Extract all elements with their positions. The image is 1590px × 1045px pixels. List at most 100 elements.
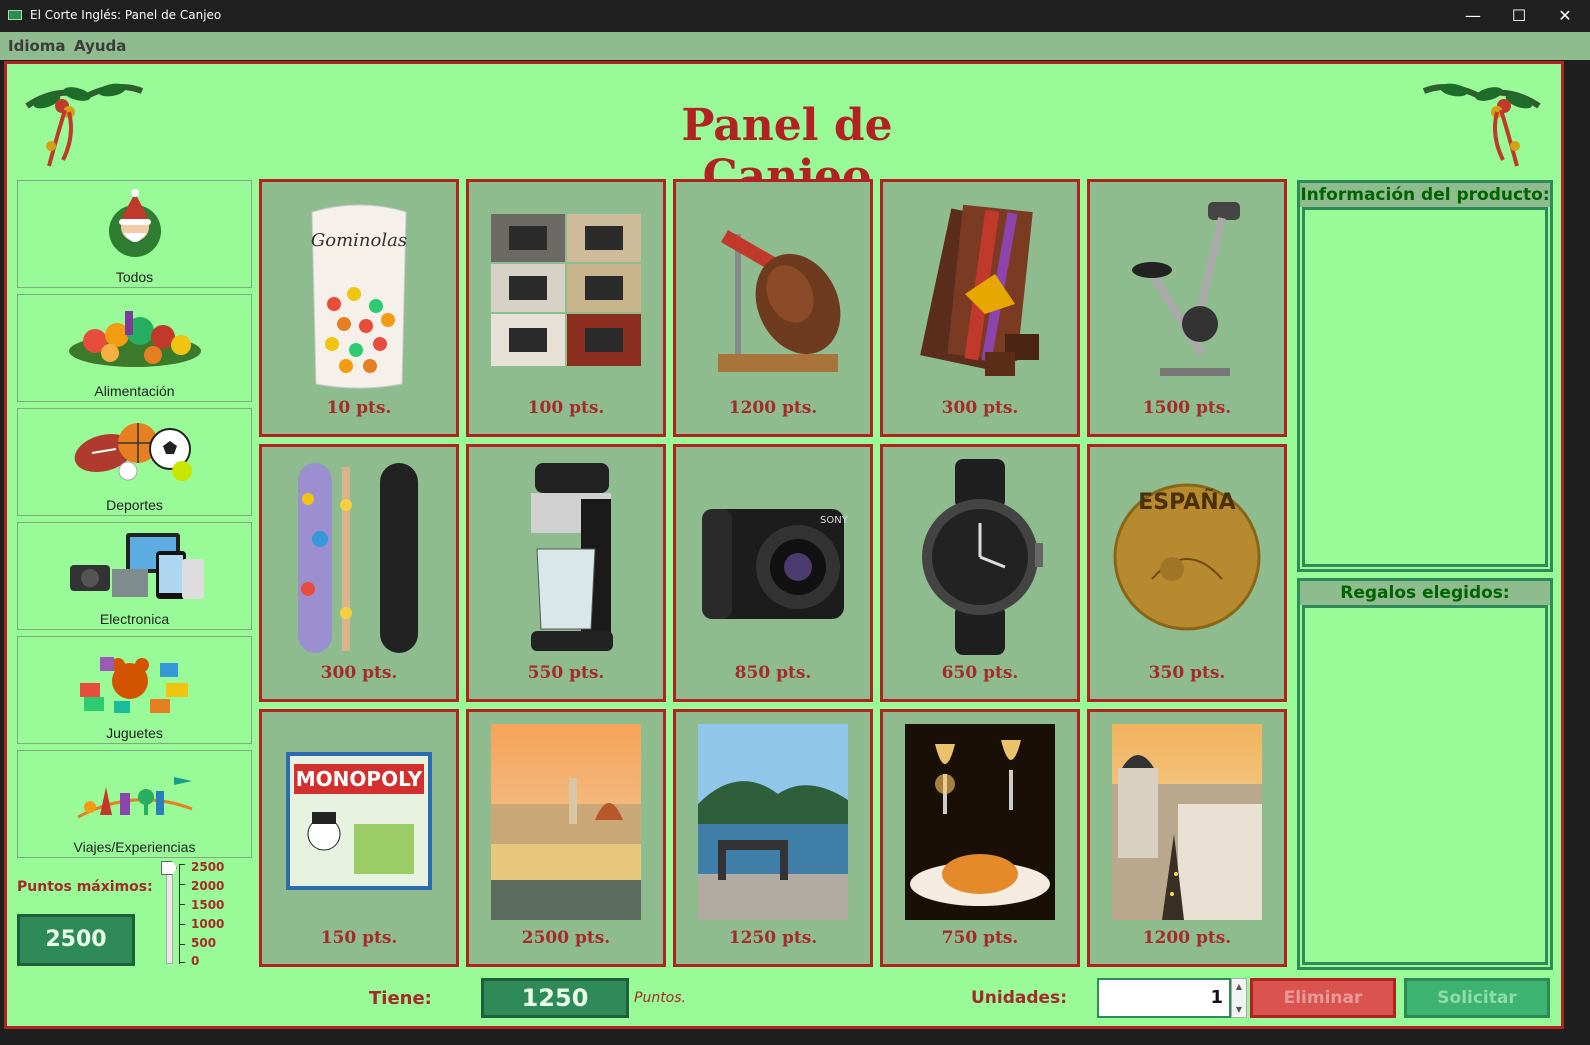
product-info-title: Información del producto: (1300, 183, 1550, 207)
category-electronica[interactable]: Electronica (17, 522, 252, 630)
slider-tick-label: 1500 (191, 898, 225, 912)
units-stepper[interactable]: ▲ ▼ (1231, 978, 1247, 1018)
product-price: 1200 pts. (728, 398, 818, 418)
product-price: 100 pts. (527, 398, 605, 418)
product-tile[interactable]: ESPAÑA 350 pts. (1087, 444, 1287, 702)
holly-decoration-icon (1422, 83, 1541, 167)
category-deportes[interactable]: Deportes (17, 408, 252, 516)
units-label: Unidades: (971, 988, 1067, 1008)
travel-icon (76, 777, 193, 819)
sports-balls-icon (74, 423, 192, 481)
eliminar-button[interactable]: Eliminar (1250, 978, 1396, 1018)
category-viajes[interactable]: Viajes/Experiencias (17, 750, 252, 858)
product-price: 300 pts. (941, 398, 1019, 418)
product-price: 300 pts. (320, 663, 398, 683)
menu-bar: Idioma Ayuda (0, 32, 1590, 60)
product-price: 650 pts. (941, 663, 1019, 683)
product-tile[interactable]: MONOPOLY 150 pts. (259, 709, 459, 967)
category-label: Viajes/Experiencias (73, 839, 196, 855)
product-price: 1500 pts. (1142, 398, 1232, 418)
slider-tick-label: 500 (191, 936, 217, 950)
svg-text:ESPAÑA: ESPAÑA (1138, 489, 1235, 515)
category-juguetes[interactable]: Juguetes (17, 636, 252, 744)
slider-thumb[interactable] (161, 861, 177, 875)
max-points-label: Puntos máximos: (17, 879, 153, 895)
sony-camera-image: SONY (702, 509, 848, 619)
product-info-panel: Información del producto: (1297, 180, 1553, 572)
smartwatch-image (922, 459, 1043, 655)
product-tile[interactable]: 1250 pts. (673, 709, 873, 967)
product-price: 550 pts. (527, 663, 605, 683)
stepper-down-icon[interactable]: ▼ (1232, 1005, 1246, 1014)
product-price: 1200 pts. (1142, 928, 1232, 948)
godiva-chocolate-image (920, 204, 1039, 376)
category-label: Electronica (99, 611, 170, 627)
product-info-content (1302, 207, 1548, 567)
window-title-bar: El Corte Inglés: Panel de Canjeo — ☐ ✕ (0, 0, 1590, 32)
stepper-up-icon[interactable]: ▲ (1232, 982, 1246, 991)
slider-ticks (179, 864, 185, 964)
balance-unit: Puntos. (634, 990, 686, 1006)
product-price: 1250 pts. (728, 928, 818, 948)
minimize-button[interactable]: — (1450, 0, 1496, 32)
category-label: Juguetes (106, 725, 163, 741)
product-tile[interactable]: 550 pts. (466, 444, 666, 702)
exercise-bike-image (1132, 202, 1240, 376)
category-alimentacion[interactable]: Alimentación (17, 294, 252, 402)
coffee-maker-image (531, 463, 613, 651)
category-label: Todos (115, 269, 154, 285)
product-price: 350 pts. (1148, 663, 1226, 683)
dinner-wine-image (905, 724, 1055, 920)
product-price: 150 pts. (320, 928, 398, 948)
spain-football-image: ESPAÑA (1113, 483, 1261, 631)
max-points-slider[interactable] (166, 866, 173, 964)
maximize-button[interactable]: ☐ (1496, 0, 1542, 32)
menu-ayuda[interactable]: Ayuda (74, 37, 126, 55)
slider-tick-label: 0 (191, 954, 200, 968)
santa-icon (108, 189, 161, 257)
chosen-gifts-list[interactable] (1302, 605, 1548, 965)
product-price: 850 pts. (734, 663, 812, 683)
food-icon (68, 311, 201, 367)
jamon-ham-stand-image (718, 229, 841, 372)
product-tile[interactable]: 300 pts. (259, 444, 459, 702)
max-points-value: 2500 (17, 914, 135, 966)
product-tile[interactable]: 100 pts. (466, 179, 666, 437)
units-input[interactable]: 1 (1097, 978, 1231, 1018)
product-tile[interactable]: 1200 pts. (1087, 709, 1287, 967)
holly-decoration-icon (25, 83, 144, 167)
solicitar-button[interactable]: Solicitar (1404, 978, 1550, 1018)
monopoly-box-image: MONOPOLY (286, 752, 432, 890)
product-tile[interactable]: 1200 pts. (673, 179, 873, 437)
category-todos[interactable]: Todos (17, 180, 252, 288)
category-label: Alimentación (94, 383, 175, 399)
coastal-bench-view-image (698, 724, 848, 920)
svg-text:SONY: SONY (820, 515, 848, 526)
svg-text:MONOPOLY: MONOPOLY (296, 767, 423, 791)
florence-city-image (491, 724, 641, 920)
category-label: Deportes (106, 497, 163, 513)
product-tile[interactable]: 750 pts. (880, 709, 1080, 967)
chosen-gifts-panel: Regalos elegidos: (1297, 578, 1553, 970)
gummy-candy-bag-image: Gominolas (311, 204, 407, 389)
product-tile[interactable]: 2500 pts. (466, 709, 666, 967)
slider-tick-label: 1000 (191, 917, 225, 931)
app-icon (8, 10, 22, 20)
toys-icon (79, 657, 188, 713)
skateboard-image (298, 463, 418, 653)
product-tile[interactable]: 650 pts. (880, 444, 1080, 702)
product-tile[interactable]: 300 pts. (880, 179, 1080, 437)
product-tile[interactable]: SONY 850 pts. (673, 444, 873, 702)
slider-tick-label: 2000 (191, 879, 225, 893)
electronics-icon (69, 533, 204, 599)
window-title: El Corte Inglés: Panel de Canjeo (30, 8, 222, 22)
balance-value: 1250 (481, 978, 629, 1018)
product-tile[interactable]: Gominolas 10 pts. (259, 179, 459, 437)
product-price: 10 pts. (326, 398, 392, 418)
menu-idioma[interactable]: Idioma (8, 37, 66, 55)
balance-label: Tiene: (369, 988, 432, 1009)
product-tile[interactable]: 1500 pts. (1087, 179, 1287, 437)
chosen-gifts-title: Regalos elegidos: (1300, 581, 1550, 605)
close-button[interactable]: ✕ (1542, 0, 1588, 32)
main-panel: Panel de Canjeo Todos Alimentación Depor… (4, 61, 1564, 1029)
